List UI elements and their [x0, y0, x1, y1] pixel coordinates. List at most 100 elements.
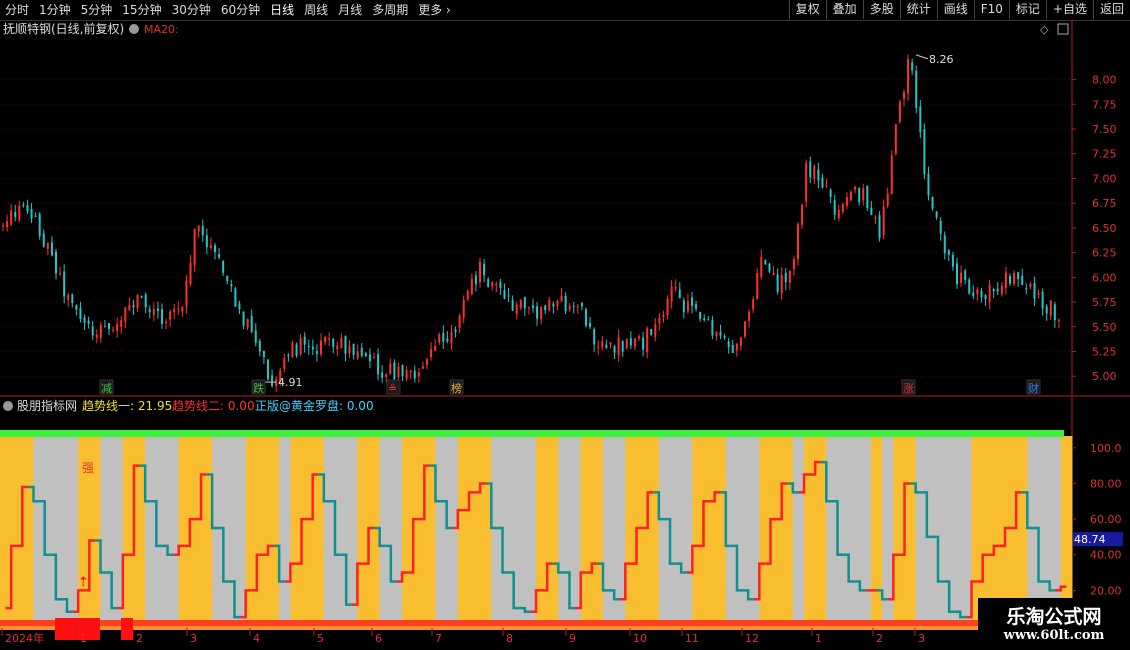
candle-body — [397, 366, 400, 378]
toolbar-button-5[interactable]: F10 — [973, 0, 1009, 19]
candle-body — [499, 281, 502, 288]
candle-body — [841, 203, 844, 212]
candle-body — [421, 366, 424, 369]
toolbar-button-0[interactable]: 复权 — [788, 0, 826, 19]
candle-body — [356, 351, 359, 359]
candle-body — [788, 270, 791, 283]
period-tab-5[interactable]: 60分钟 — [216, 0, 265, 20]
candle-body — [450, 332, 453, 344]
toolbar-button-8[interactable]: 返回 — [1092, 0, 1130, 19]
x-label-10: 10 — [633, 632, 647, 645]
candle-body — [377, 354, 380, 375]
watermark-logo: 乐淘公式网 www.60lt.com — [978, 598, 1130, 650]
high-pointer — [915, 54, 929, 60]
candle-body — [144, 294, 147, 308]
candle-body — [972, 292, 975, 297]
candle-body — [483, 263, 486, 276]
candle-body — [1057, 319, 1060, 321]
trend-band — [725, 436, 738, 626]
x-label-14: 2 — [876, 632, 883, 645]
candle-body — [250, 316, 253, 333]
trend-band — [413, 436, 425, 626]
candle-body — [1025, 288, 1028, 290]
candle-body — [185, 280, 188, 307]
candle-body — [1033, 283, 1036, 299]
candle-body — [2, 225, 4, 227]
candle-body — [108, 323, 110, 329]
stock-title: 抚顺特钢(日线,前复权) — [3, 21, 124, 36]
candle-body — [744, 321, 746, 337]
candle-body — [152, 309, 155, 316]
trend-band — [256, 436, 269, 626]
candle-body — [315, 351, 318, 354]
candle-body — [748, 311, 751, 321]
candle-body — [674, 287, 677, 289]
candle-body — [409, 370, 412, 373]
stock-chart[interactable]: 抚顺特钢(日线,前复权) MA20: ◇ 8.00 7.75 7.50 7.25 7.00 6.… — [0, 20, 1130, 650]
candle-body — [1053, 304, 1056, 321]
period-tab-4[interactable]: 30分钟 — [167, 0, 216, 20]
period-tab-0[interactable]: 分时 — [0, 0, 34, 20]
toolbar-button-1[interactable]: 叠加 — [825, 0, 863, 19]
candle-body — [703, 318, 706, 321]
candle-body — [474, 275, 477, 285]
high-label: 8.26 — [929, 53, 954, 66]
trend-band — [770, 436, 783, 626]
toolbar-button-4[interactable]: 画线 — [936, 0, 974, 19]
candle-body — [507, 295, 510, 297]
candle-body — [821, 177, 824, 188]
trend-band — [480, 436, 492, 626]
period-tab-1[interactable]: 1分钟 — [34, 0, 76, 20]
candle-body — [699, 311, 702, 319]
trend-band — [55, 436, 68, 626]
candle-body — [886, 193, 889, 206]
candle-body — [943, 235, 946, 254]
period-tab-8[interactable]: 月线 — [333, 0, 367, 20]
candle-body — [181, 307, 184, 312]
candle-body — [780, 274, 783, 294]
period-tab-7[interactable]: 周线 — [299, 0, 333, 20]
candle-body — [731, 345, 734, 353]
candle-body — [50, 242, 53, 256]
event-tag-2: ≗ — [388, 382, 397, 395]
candle-body — [768, 263, 771, 272]
toolbar-button-7[interactable]: +自选 — [1045, 0, 1093, 19]
candle-body — [601, 341, 604, 348]
sub-y-label-4: 20.00 — [1090, 584, 1122, 597]
trend-band — [703, 436, 716, 626]
candle-body — [271, 375, 274, 387]
toolbar-button-2[interactable]: 多股 — [862, 0, 900, 19]
toolbar-button-3[interactable]: 统计 — [899, 0, 937, 19]
candle-body — [564, 295, 567, 312]
candle-body — [116, 324, 119, 331]
candle-body — [597, 347, 600, 349]
x-label-4: 4 — [253, 632, 260, 645]
trend-band — [435, 436, 448, 626]
main-y-label-1: 7.75 — [1092, 98, 1117, 111]
period-tab-10[interactable]: 更多 › — [413, 0, 456, 20]
candle-body — [324, 337, 327, 343]
candle-body — [764, 259, 767, 265]
candle-body — [197, 225, 200, 232]
period-tab-2[interactable]: 5分钟 — [76, 0, 118, 20]
x-label-8: 8 — [506, 632, 513, 645]
candle-body — [662, 314, 665, 317]
candle-body — [373, 357, 375, 359]
candle-body — [38, 213, 41, 237]
period-tab-9[interactable]: 多周期 — [367, 0, 413, 20]
trend-band — [469, 436, 481, 626]
candle-body — [613, 346, 616, 353]
candle-body — [715, 331, 718, 337]
candle-body — [756, 273, 759, 300]
period-tab-6[interactable]: 日线 — [265, 0, 299, 20]
candle-body — [527, 307, 530, 309]
low-label: 4.91 — [278, 376, 303, 389]
period-tab-3[interactable]: 15分钟 — [117, 0, 166, 20]
candle-body — [894, 124, 897, 154]
event-tag-3: 榜 — [451, 381, 462, 395]
candle-body — [75, 305, 78, 310]
candle-body — [1029, 283, 1032, 287]
candle-body — [638, 336, 640, 339]
toolbar-button-6[interactable]: 标记 — [1008, 0, 1046, 19]
candle-body — [947, 250, 950, 255]
